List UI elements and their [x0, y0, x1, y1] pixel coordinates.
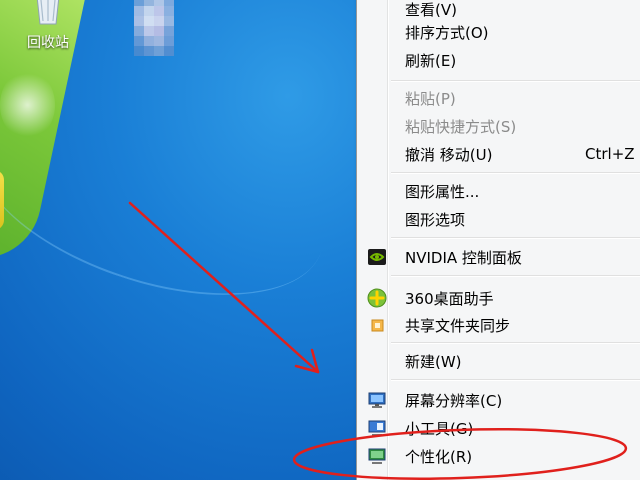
menu-item-shared-folder-sync[interactable]: 共享文件夹同步	[359, 311, 640, 339]
menu-separator	[391, 275, 640, 277]
menu-item-label: 排序方式(O)	[405, 23, 489, 42]
menu-item-label: 查看(V)	[405, 0, 457, 19]
menu-item-undo-move[interactable]: 撤消 移动(U) Ctrl+Z	[359, 140, 640, 168]
menu-separator	[391, 172, 640, 174]
pixelated-desktop-icon[interactable]	[134, 0, 174, 56]
nvidia-icon	[367, 247, 387, 267]
menu-item-paste[interactable]: 粘贴(P)	[359, 84, 640, 112]
wallpaper-yellow-accent	[0, 170, 4, 230]
menu-item-shortcut: Ctrl+Z	[585, 145, 635, 163]
menu-item-personalize[interactable]: 个性化(R)	[359, 442, 640, 470]
menu-item-label: NVIDIA 控制面板	[405, 248, 522, 267]
menu-item-label: 撤消 移动(U)	[405, 145, 493, 164]
menu-item-label: 小工具(G)	[405, 419, 474, 438]
menu-item-nvidia-control-panel[interactable]: NVIDIA 控制面板	[359, 243, 640, 271]
menu-item-graphics-properties[interactable]: 图形属性...	[359, 177, 640, 205]
menu-item-label: 粘贴(P)	[405, 89, 456, 108]
desktop-context-menu: 查看(V) 排序方式(O) 刷新(E) 粘贴(P) 粘贴快捷方式(S) 撤消 移…	[356, 0, 640, 480]
screen-resolution-icon	[367, 390, 387, 410]
wallpaper-light-curve	[0, 58, 348, 334]
folder-sync-icon	[367, 315, 387, 335]
menu-separator	[391, 80, 640, 82]
menu-separator	[391, 379, 640, 381]
menu-item-label: 共享文件夹同步	[405, 316, 511, 335]
360-icon	[367, 288, 387, 308]
menu-separator	[391, 342, 640, 344]
menu-item-label: 图形属性...	[405, 182, 480, 201]
menu-item-label: 360桌面助手	[405, 289, 494, 308]
desktop[interactable]: 回收站 查看(V) 排序方式(O) 刷新(E) 粘贴(P) 粘贴快捷方式(S) …	[0, 0, 640, 480]
recycle-bin-icon	[33, 0, 63, 26]
menu-item-label: 刷新(E)	[405, 51, 457, 70]
menu-item-refresh[interactable]: 刷新(E)	[359, 46, 640, 74]
menu-item-360-desktop-assistant[interactable]: 360桌面助手	[359, 284, 640, 312]
menu-item-label: 屏幕分辨率(C)	[405, 391, 503, 410]
personalize-icon	[367, 446, 387, 466]
menu-item-gadgets[interactable]: 小工具(G)	[359, 414, 640, 442]
menu-item-label: 新建(W)	[405, 352, 462, 371]
menu-item-label: 图形选项	[405, 210, 466, 229]
menu-item-label: 粘贴快捷方式(S)	[405, 117, 517, 136]
menu-item-graphics-options[interactable]: 图形选项	[359, 205, 640, 233]
recycle-bin-label: 回收站	[27, 35, 69, 51]
gadgets-icon	[367, 418, 387, 438]
menu-item-paste-shortcut[interactable]: 粘贴快捷方式(S)	[359, 112, 640, 140]
recycle-bin-shortcut[interactable]: 回收站	[16, 0, 80, 52]
menu-item-sort-by[interactable]: 排序方式(O)	[359, 18, 640, 46]
menu-separator	[391, 237, 640, 239]
menu-item-new[interactable]: 新建(W)	[359, 347, 640, 375]
menu-item-screen-resolution[interactable]: 屏幕分辨率(C)	[359, 386, 640, 414]
menu-item-label: 个性化(R)	[405, 447, 473, 466]
